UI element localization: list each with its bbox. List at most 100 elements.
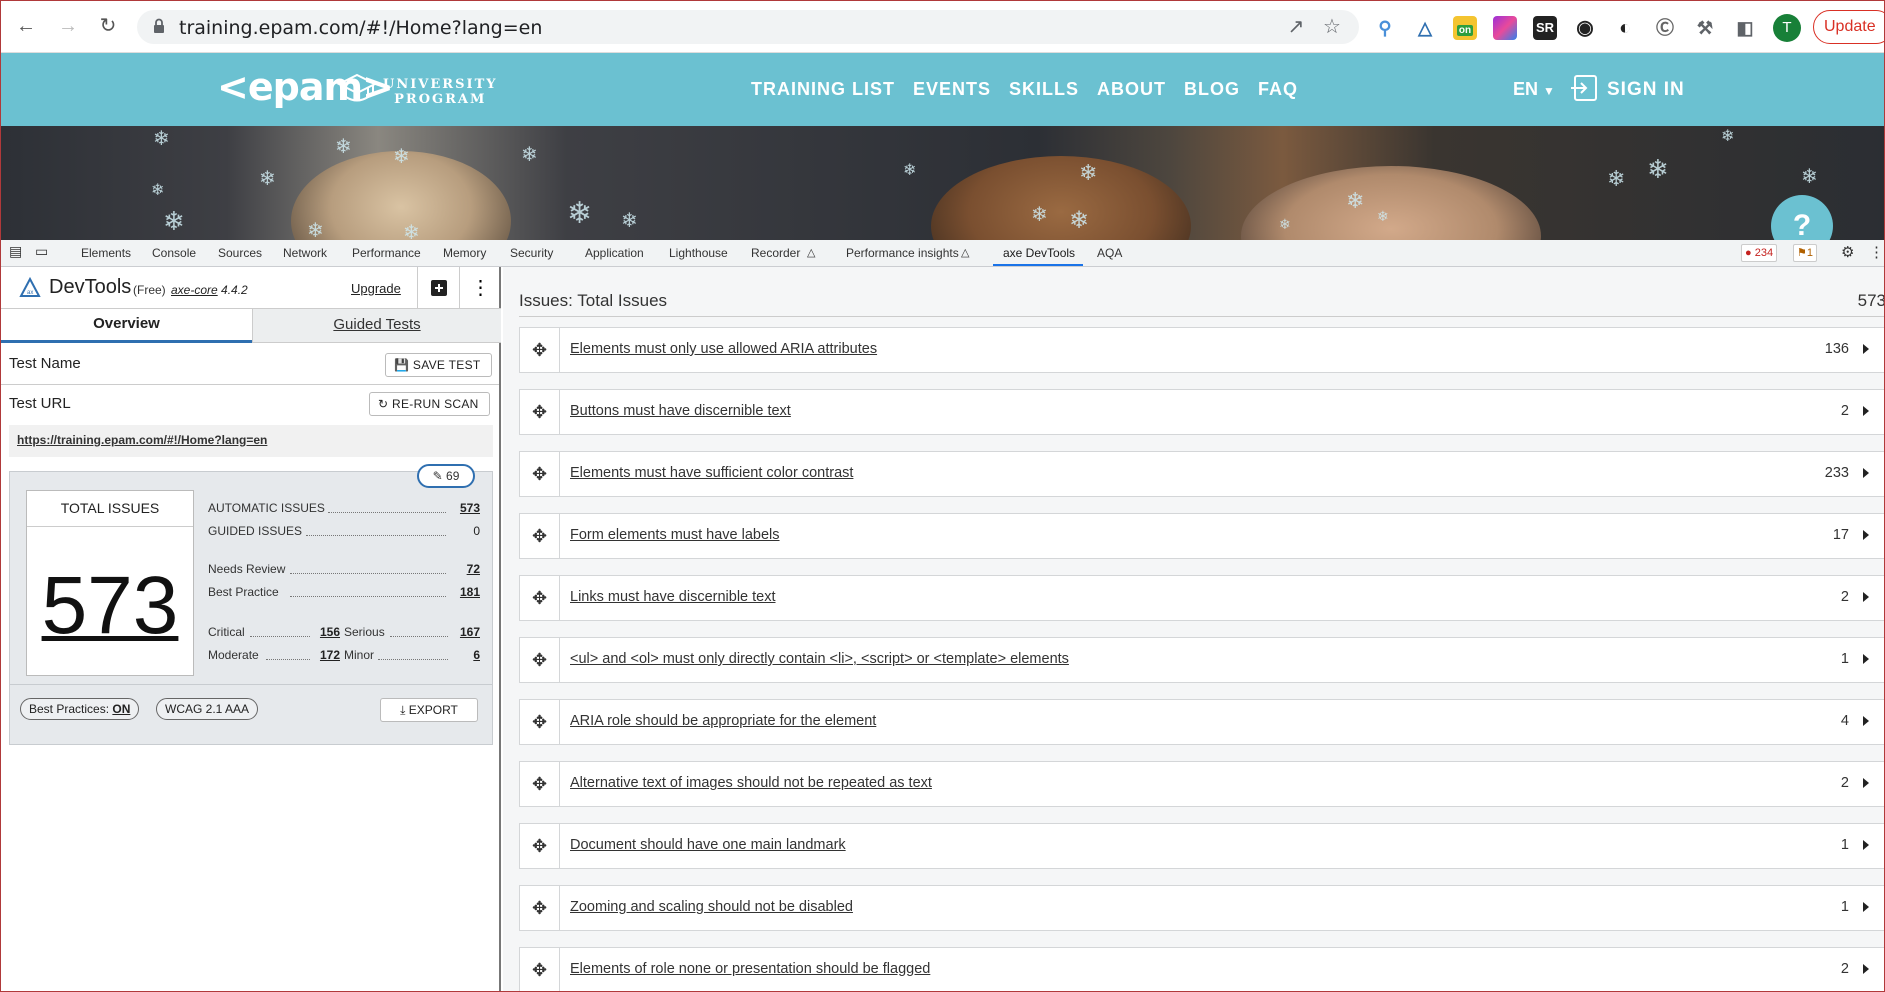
issue-title[interactable]: Document should have one main landmark: [570, 837, 846, 853]
needs-review-badge[interactable]: ✎ 69: [417, 464, 475, 488]
issue-row[interactable]: ✥ <ul> and <ol> must only directly conta…: [519, 637, 1884, 683]
issue-title[interactable]: Buttons must have discernible text: [570, 403, 791, 419]
sign-in-link[interactable]: SIGN IN: [1607, 79, 1685, 101]
sidebar-icon[interactable]: ◧: [1733, 16, 1757, 40]
export-button[interactable]: ⤓ EXPORT: [380, 698, 478, 722]
critical-count[interactable]: 156: [310, 625, 340, 639]
total-issues-number[interactable]: 573: [27, 559, 193, 653]
chevron-right-icon[interactable]: [1863, 654, 1869, 664]
chevron-right-icon[interactable]: [1863, 592, 1869, 602]
tab-security[interactable]: Security: [510, 246, 553, 260]
move-target-icon[interactable]: ✥: [520, 328, 560, 372]
move-target-icon[interactable]: ✥: [520, 886, 560, 930]
tab-memory[interactable]: Memory: [443, 246, 486, 260]
forward-arrow-icon[interactable]: →: [57, 15, 79, 37]
nav-blog[interactable]: BLOG: [1184, 79, 1240, 100]
move-target-icon[interactable]: ✥: [520, 700, 560, 744]
best-practices-toggle[interactable]: Best Practices: ON: [20, 698, 140, 720]
w-extension-icon[interactable]: Ⓒ: [1653, 16, 1677, 40]
move-target-icon[interactable]: ✥: [520, 824, 560, 868]
nav-training-list[interactable]: TRAINING LIST: [751, 79, 895, 100]
move-target-icon[interactable]: ✥: [520, 948, 560, 991]
wcag-level-selector[interactable]: WCAG 2.1 AAA: [156, 698, 259, 720]
tab-performance-insights[interactable]: Performance insights: [846, 246, 959, 260]
issue-row[interactable]: ✥ ARIA role should be appropriate for th…: [519, 699, 1884, 745]
puzzle-icon[interactable]: ⚒: [1693, 16, 1717, 40]
issue-row[interactable]: ✥ Document should have one main landmark…: [519, 823, 1884, 869]
upgrade-link[interactable]: Upgrade: [351, 281, 401, 296]
nav-events[interactable]: EVENTS: [913, 79, 991, 100]
move-target-icon[interactable]: ✥: [520, 762, 560, 806]
save-test-button[interactable]: 💾 SAVE TEST: [385, 353, 492, 377]
move-target-icon[interactable]: ✥: [520, 390, 560, 434]
tab-sources[interactable]: Sources: [218, 246, 262, 260]
tab-overview[interactable]: Overview: [1, 309, 252, 343]
warning-counter[interactable]: ⚑1: [1793, 244, 1817, 262]
issue-title[interactable]: Zooming and scaling should not be disabl…: [570, 899, 853, 915]
move-target-icon[interactable]: ✥: [520, 576, 560, 620]
chevron-right-icon[interactable]: [1863, 468, 1869, 478]
address-bar[interactable]: training.epam.com/#!/Home?lang=en ↗ ☆: [137, 10, 1359, 44]
tab-application[interactable]: Application: [585, 246, 644, 260]
chevron-right-icon[interactable]: [1863, 530, 1869, 540]
chevron-right-icon[interactable]: [1863, 778, 1869, 788]
best-practice-count[interactable]: 181: [450, 585, 480, 599]
sign-in-icon[interactable]: [1569, 73, 1599, 103]
more-vertical-icon[interactable]: ⋮: [459, 267, 501, 309]
language-selector[interactable]: EN ▼: [1513, 79, 1555, 100]
back-arrow-icon[interactable]: ←: [15, 15, 37, 37]
profile-avatar[interactable]: T: [1773, 14, 1801, 42]
chevron-right-icon[interactable]: [1863, 964, 1869, 974]
chevron-right-icon[interactable]: [1863, 406, 1869, 416]
more-vertical-icon[interactable]: ⋮: [1869, 243, 1884, 261]
tab-aqa[interactable]: AQA: [1097, 246, 1122, 260]
nav-skills[interactable]: SKILLS: [1009, 79, 1079, 100]
chevron-right-icon[interactable]: [1863, 840, 1869, 850]
axe-core-link[interactable]: axe-core: [171, 283, 218, 297]
tab-network[interactable]: Network: [283, 246, 327, 260]
bookmark-star-icon[interactable]: ☆: [1321, 16, 1343, 38]
share-icon[interactable]: ↗: [1285, 16, 1307, 38]
serious-count[interactable]: 167: [450, 625, 480, 639]
issue-title[interactable]: Form elements must have labels: [570, 527, 780, 543]
issue-title[interactable]: <ul> and <ol> must only directly contain…: [570, 651, 1069, 667]
tab-lighthouse[interactable]: Lighthouse: [669, 246, 728, 260]
issue-title[interactable]: Links must have discernible text: [570, 589, 776, 605]
tab-guided-tests[interactable]: Guided Tests: [252, 309, 501, 343]
tab-axe-devtools[interactable]: axe DevTools: [1003, 246, 1075, 260]
move-target-icon[interactable]: ✥: [520, 452, 560, 496]
update-button[interactable]: Update: [1813, 10, 1884, 44]
issue-row[interactable]: ✥ Elements must have sufficient color co…: [519, 451, 1884, 497]
color-extension-icon[interactable]: [1493, 16, 1517, 40]
reload-icon[interactable]: ↻: [97, 15, 119, 37]
issue-title[interactable]: Elements must only use allowed ARIA attr…: [570, 341, 877, 357]
nav-faq[interactable]: FAQ: [1258, 79, 1298, 100]
issue-row[interactable]: ✥ Links must have discernible text 2: [519, 575, 1884, 621]
tab-console[interactable]: Console: [152, 246, 196, 260]
issue-title[interactable]: Elements of role none or presentation sh…: [570, 961, 930, 977]
tested-url-link[interactable]: https://training.epam.com/#!/Home?lang=e…: [9, 425, 493, 457]
chevron-right-icon[interactable]: [1863, 716, 1869, 726]
issue-row[interactable]: ✥ Alternative text of images should not …: [519, 761, 1884, 807]
chevron-right-icon[interactable]: [1863, 902, 1869, 912]
inspect-element-icon[interactable]: ▤: [9, 243, 22, 260]
device-toggle-icon[interactable]: ▭: [35, 243, 48, 260]
gear-icon[interactable]: ⚙: [1841, 243, 1854, 261]
issue-row[interactable]: ✥ Elements must only use allowed ARIA at…: [519, 327, 1884, 373]
g-extension-icon[interactable]: ◐: [1613, 16, 1637, 40]
move-target-icon[interactable]: ✥: [520, 514, 560, 558]
zoom-search-icon[interactable]: ⚲: [1373, 16, 1397, 40]
moderate-count[interactable]: 172: [310, 648, 340, 662]
issue-row[interactable]: ✥ Form elements must have labels 17: [519, 513, 1884, 559]
issue-row[interactable]: ✥ Elements of role none or presentation …: [519, 947, 1884, 991]
axe-icon[interactable]: △: [1413, 16, 1437, 40]
error-counter[interactable]: ● 234: [1741, 244, 1778, 262]
new-scan-plus-icon[interactable]: [417, 267, 459, 309]
issue-title[interactable]: ARIA role should be appropriate for the …: [570, 713, 876, 729]
minor-count[interactable]: 6: [450, 648, 480, 662]
tab-performance[interactable]: Performance: [352, 246, 421, 260]
issue-title[interactable]: Elements must have sufficient color cont…: [570, 465, 853, 481]
on-extension-icon[interactable]: on: [1453, 16, 1477, 40]
needs-review-count[interactable]: 72: [450, 562, 480, 576]
issue-row[interactable]: ✥ Buttons must have discernible text 2: [519, 389, 1884, 435]
